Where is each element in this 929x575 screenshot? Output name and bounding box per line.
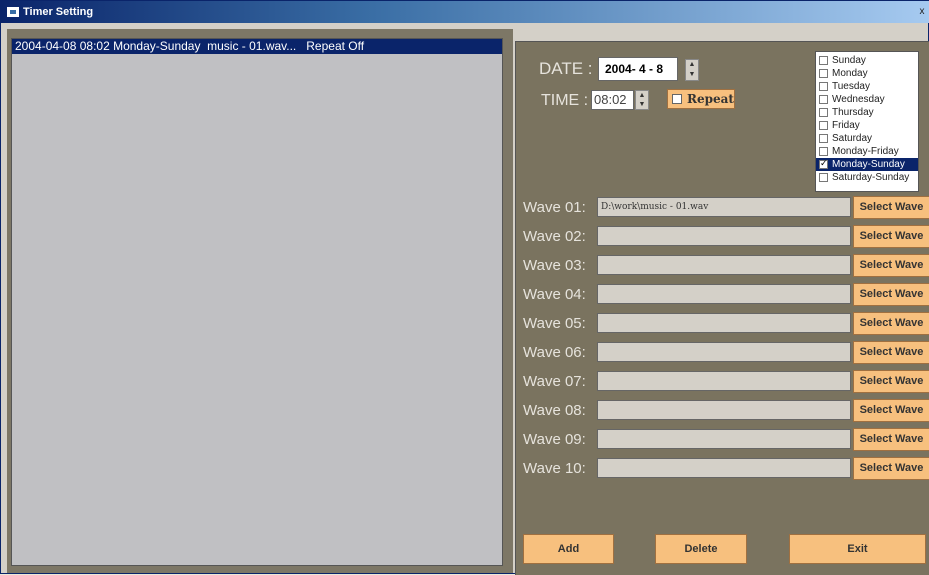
wave-label: Wave 06: [523, 344, 586, 361]
wave-row: Wave 08: Select Wave [519, 399, 929, 423]
wave-row: Wave 02: Select Wave [519, 225, 929, 249]
day-label: Sunday [832, 55, 866, 66]
checkbox-icon[interactable] [819, 134, 828, 143]
app-icon [7, 7, 19, 17]
wave-path-field[interactable] [597, 458, 851, 478]
spin-down-icon[interactable]: ▼ [686, 70, 698, 80]
wave-label: Wave 01: [523, 199, 586, 216]
day-label: Saturday-Sunday [832, 172, 910, 183]
day-option[interactable]: ✓ Monday-Sunday [816, 158, 918, 171]
wave-label: Wave 08: [523, 402, 586, 419]
timer-list[interactable]: 2004-04-08 08:02 Monday-Sunday music - 0… [11, 38, 503, 566]
checkbox-icon[interactable] [819, 121, 828, 130]
wave-row: Wave 07: Select Wave [519, 370, 929, 394]
time-label: TIME : [541, 92, 589, 109]
date-spinner[interactable]: ▲ ▼ [685, 59, 699, 81]
close-icon[interactable]: x [916, 5, 928, 18]
select-wave-button[interactable]: Select Wave [853, 341, 929, 364]
spin-up-icon[interactable]: ▲ [686, 60, 698, 70]
day-label: Thursday [832, 107, 874, 118]
select-wave-button[interactable]: Select Wave [853, 283, 929, 306]
wave-row: Wave 06: Select Wave [519, 341, 929, 365]
wave-path-field[interactable] [597, 313, 851, 333]
select-wave-button[interactable]: Select Wave [853, 370, 929, 393]
time-field[interactable]: 08:02 [591, 90, 634, 110]
wave-label: Wave 04: [523, 286, 586, 303]
checkbox-icon[interactable] [819, 147, 828, 156]
wave-row: Wave 01: D:\work\music - 01.wav Select Wav… [519, 196, 929, 220]
day-label: Monday-Friday [832, 146, 899, 157]
select-wave-button[interactable]: Select Wave [853, 254, 929, 277]
repeat-label: Repeat [687, 92, 734, 106]
day-label: Monday [832, 68, 868, 79]
day-option[interactable]: Friday [816, 119, 918, 132]
select-wave-button[interactable]: Select Wave [853, 312, 929, 335]
wave-path-field[interactable] [597, 226, 851, 246]
date-field[interactable]: 2004- 4 - 8 [598, 57, 678, 81]
checkbox-icon[interactable] [819, 95, 828, 104]
window-title: Timer Setting [23, 6, 94, 18]
spin-down-icon[interactable]: ▼ [636, 100, 648, 109]
day-option[interactable]: Monday [816, 67, 918, 80]
day-option[interactable]: Sunday [816, 54, 918, 67]
wave-label: Wave 03: [523, 257, 586, 274]
select-wave-button[interactable]: Select Wave [853, 428, 929, 451]
select-wave-button[interactable]: Select Wave [853, 457, 929, 480]
wave-path-field[interactable] [597, 429, 851, 449]
wave-path-field[interactable] [597, 342, 851, 362]
wave-label: Wave 09: [523, 431, 586, 448]
wave-path-field[interactable] [597, 371, 851, 391]
timer-setting-window: Timer Setting x 2004-04-08 08:02 Monday-… [0, 0, 929, 575]
wave-label: Wave 10: [523, 460, 586, 477]
day-label: Monday-Sunday [832, 159, 905, 170]
day-option[interactable]: Tuesday [816, 80, 918, 93]
wave-path-field[interactable] [597, 255, 851, 275]
checkbox-icon[interactable] [819, 82, 828, 91]
exit-button[interactable]: Exit [789, 534, 926, 564]
wave-label: Wave 02: [523, 228, 586, 245]
wave-row: Wave 05: Select Wave [519, 312, 929, 336]
delete-button[interactable]: Delete [655, 534, 747, 564]
wave-path-field[interactable]: D:\work\music - 01.wav [597, 197, 851, 217]
checkbox-icon[interactable] [819, 173, 828, 182]
wave-row: Wave 09: Select Wave [519, 428, 929, 452]
day-option[interactable]: Thursday [816, 106, 918, 119]
day-label: Saturday [832, 133, 873, 144]
spin-up-icon[interactable]: ▲ [636, 91, 648, 100]
checkbox-icon[interactable] [672, 94, 682, 104]
select-wave-button[interactable]: Select Wave [853, 196, 929, 219]
day-list[interactable]: Sunday Monday Tuesday Wednesday Thursday Frid… [815, 51, 919, 192]
day-option[interactable]: Saturday [816, 132, 918, 145]
day-option[interactable]: Monday-Friday [816, 145, 918, 158]
repeat-checkbox[interactable]: Repeat [667, 89, 735, 109]
checkbox-icon[interactable] [819, 69, 828, 78]
wave-label: Wave 05: [523, 315, 586, 332]
time-spinner[interactable]: ▲ ▼ [635, 90, 649, 110]
day-option[interactable]: Wednesday [816, 93, 918, 106]
select-wave-button[interactable]: Select Wave [853, 225, 929, 248]
day-option[interactable]: Saturday-Sunday [816, 171, 918, 184]
select-wave-button[interactable]: Select Wave [853, 399, 929, 422]
checkmark-icon[interactable]: ✓ [819, 160, 828, 169]
day-label: Wednesday [832, 94, 885, 105]
wave-row: Wave 04: Select Wave [519, 283, 929, 307]
day-label: Tuesday [832, 81, 870, 92]
checkbox-icon[interactable] [819, 108, 828, 117]
add-button[interactable]: Add [523, 534, 614, 564]
wave-path-field[interactable] [597, 284, 851, 304]
wave-row: Wave 10: Select Wave [519, 457, 929, 481]
timer-list-item[interactable]: 2004-04-08 08:02 Monday-Sunday music - 0… [12, 39, 502, 54]
title-bar[interactable]: Timer Setting x [1, 1, 929, 23]
date-label: DATE : [539, 59, 593, 78]
day-label: Friday [832, 120, 860, 131]
wave-label: Wave 07: [523, 373, 586, 390]
wave-row: Wave 03: Select Wave [519, 254, 929, 278]
checkbox-icon[interactable] [819, 56, 828, 65]
wave-path-field[interactable] [597, 400, 851, 420]
